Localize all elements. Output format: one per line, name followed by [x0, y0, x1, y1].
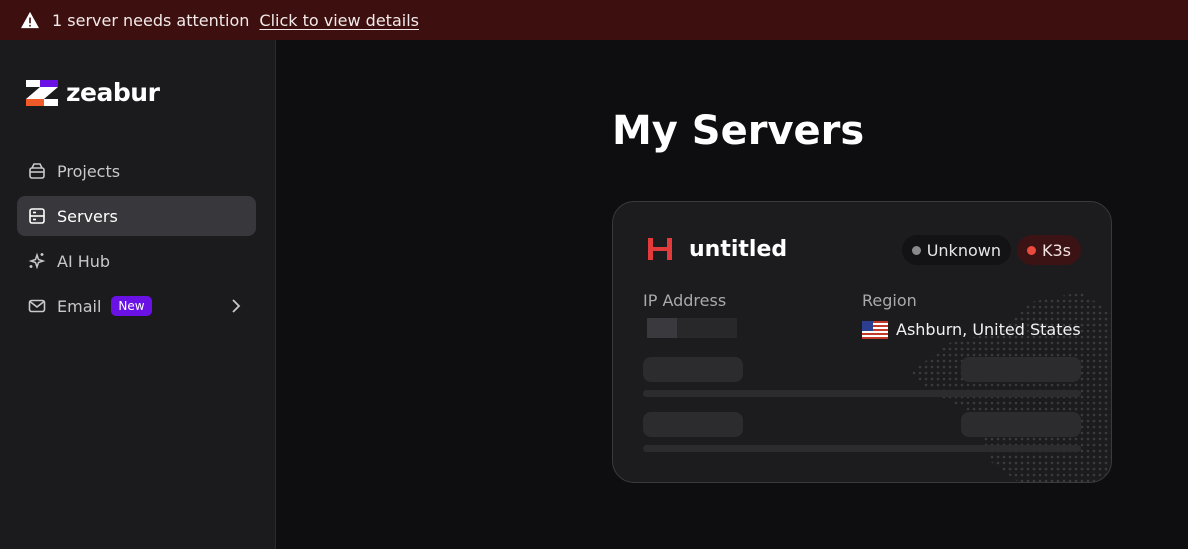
us-flag-icon	[862, 320, 888, 339]
skeleton-block	[961, 412, 1081, 437]
page-title: My Servers	[612, 108, 865, 154]
cube-icon	[27, 161, 47, 181]
status-badge: Unknown	[901, 235, 1011, 265]
skeleton-bar	[643, 445, 1081, 452]
type-dot	[1026, 245, 1036, 255]
region-text: Ashburn, United States	[896, 320, 1081, 339]
server-badges: Unknown K3s	[896, 235, 1081, 265]
status-text: Unknown	[926, 240, 1001, 260]
sidebar-item-projects[interactable]: Projects	[17, 151, 256, 191]
warning-icon	[21, 11, 39, 29]
server-icon	[27, 206, 47, 226]
server-card[interactable]: untitled Unknown K3s IP Address Region A…	[612, 201, 1112, 483]
skeleton-block	[643, 412, 743, 437]
sidebar-item-label: Projects	[57, 161, 121, 181]
server-h-icon	[648, 238, 672, 260]
region-label: Region	[862, 291, 917, 310]
attention-banner: 1 server needs attention Click to view d…	[0, 0, 1188, 40]
server-header: untitled	[647, 236, 787, 262]
sparkles-icon	[27, 251, 47, 271]
status-dot	[911, 245, 921, 255]
region-value: Ashburn, United States	[862, 320, 1081, 339]
view-details-link[interactable]: Click to view details	[259, 11, 419, 30]
zeabur-logo[interactable]: zeabur	[26, 78, 160, 107]
sidebar-item-email[interactable]: Email New	[17, 286, 256, 326]
ip-address-masked	[647, 318, 737, 338]
server-name: untitled	[689, 236, 788, 262]
sidebar-nav: Projects Servers AI Hub Email New	[17, 151, 256, 331]
brand-name: zeabur	[66, 78, 160, 107]
banner-message: 1 server needs attention	[52, 10, 250, 30]
ip-label: IP Address	[643, 291, 727, 310]
type-badge: K3s	[1016, 235, 1081, 265]
mail-icon	[27, 296, 47, 316]
sidebar-item-servers[interactable]: Servers	[17, 196, 256, 236]
skeleton-block	[961, 357, 1081, 382]
sidebar-item-ai-hub[interactable]: AI Hub	[17, 241, 256, 281]
new-badge: New	[111, 296, 152, 316]
sidebar-item-label: AI Hub	[57, 251, 111, 271]
zeabur-logo-icon	[26, 79, 58, 106]
skeleton-bar	[643, 390, 1081, 397]
type-text: K3s	[1041, 240, 1071, 260]
skeleton-block	[643, 357, 743, 382]
chevron-right-icon[interactable]	[228, 297, 244, 315]
sidebar: zeabur Projects Servers AI Hub Email New	[0, 40, 276, 549]
sidebar-item-label: Servers	[57, 206, 118, 226]
sidebar-item-label: Email	[57, 296, 102, 316]
